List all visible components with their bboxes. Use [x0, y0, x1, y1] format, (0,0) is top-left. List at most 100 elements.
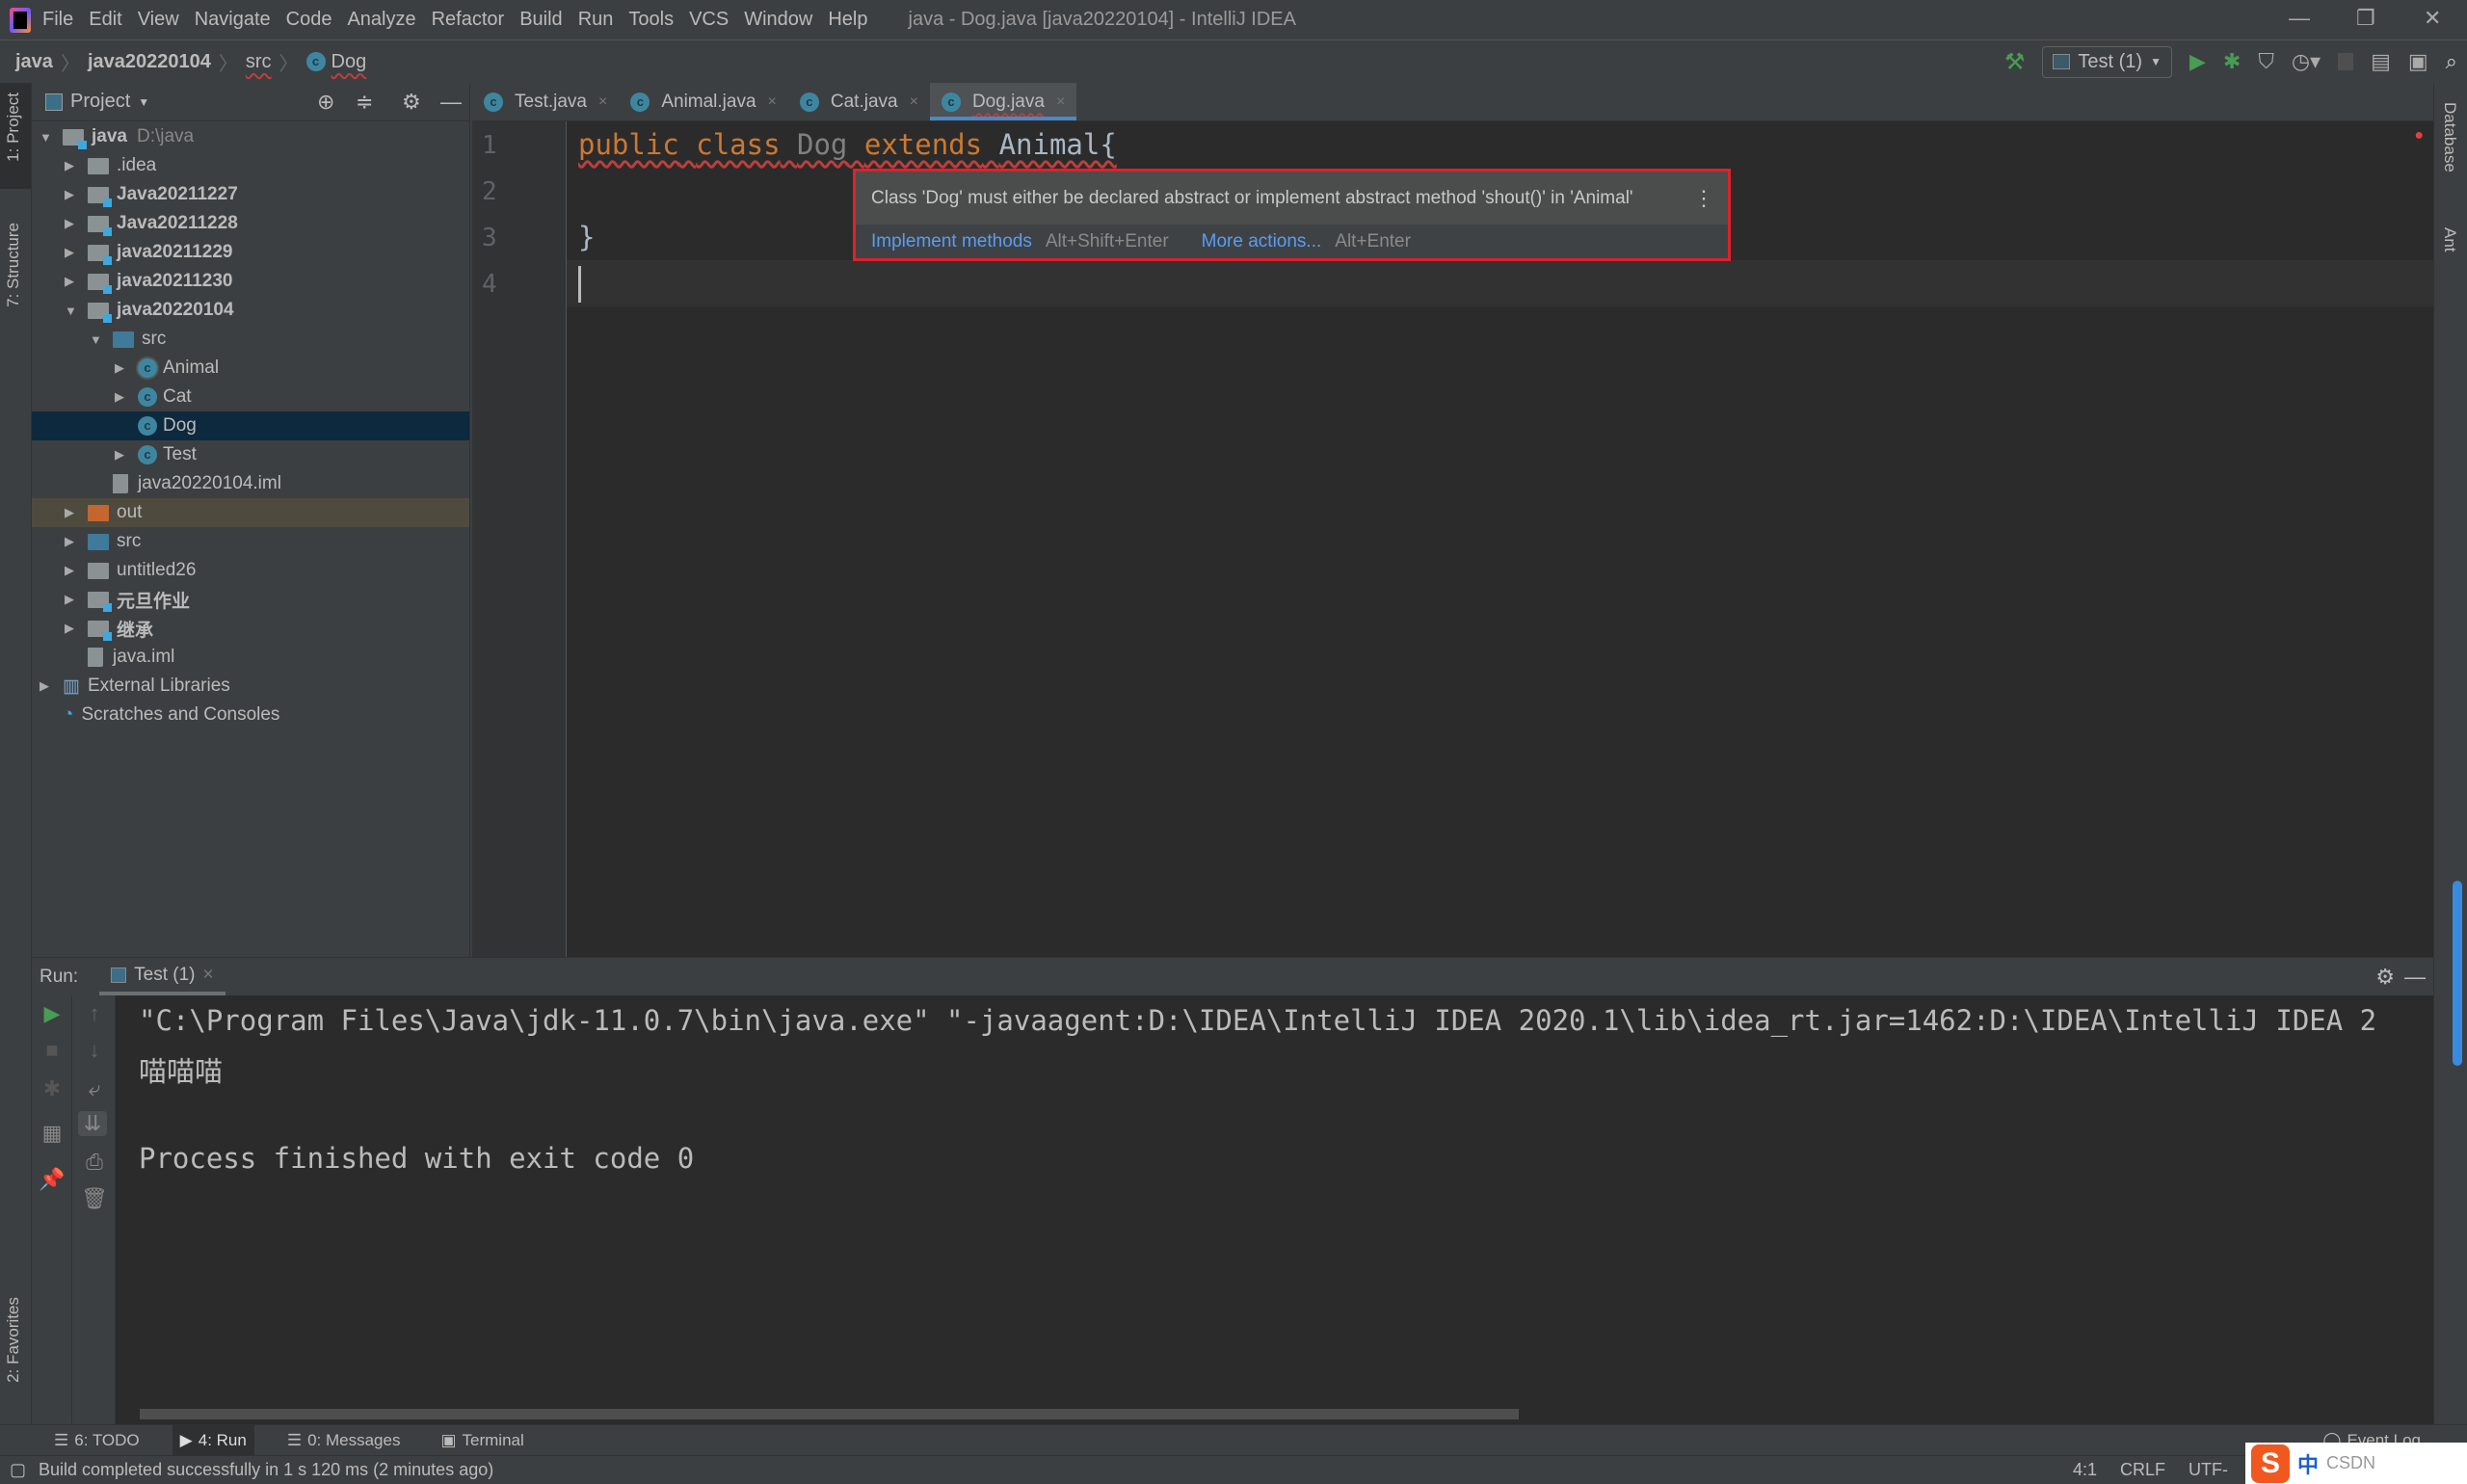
rerun-icon[interactable]: ▶ [38, 1001, 66, 1026]
restore-layout-icon[interactable]: ✱ [38, 1076, 66, 1101]
debug-bug-icon[interactable]: ✱ [2223, 49, 2241, 74]
tree-item[interactable]: ▼ java D:\java [32, 122, 469, 151]
menu-edit[interactable]: Edit [89, 9, 121, 31]
locate-icon[interactable]: ⊕ [317, 90, 334, 115]
menu-code[interactable]: Code [286, 9, 332, 31]
more-options-icon[interactable]: ⋮ [1693, 186, 1714, 211]
tree-item[interactable]: java20220104.iml [32, 469, 469, 498]
expand-arrow-icon[interactable]: ▶ [65, 621, 78, 636]
breadcrumb-java[interactable]: java [15, 51, 53, 73]
tool-tab-database[interactable]: Database [2440, 102, 2459, 172]
menu-vcs[interactable]: VCS [689, 9, 729, 31]
close-tab-icon[interactable]: × [598, 93, 607, 111]
gear-icon[interactable]: ⚙ [2375, 965, 2395, 990]
tree-item[interactable]: ▶ out [32, 498, 469, 527]
breadcrumb-module[interactable]: java20220104 [88, 51, 211, 73]
tree-item[interactable]: ▶ Java20211227 [32, 180, 469, 209]
tree-item[interactable]: ▶ Java20211228 [32, 209, 469, 238]
editor-tab[interactable]: c Test.java × [472, 83, 619, 120]
expand-arrow-icon[interactable]: ▶ [115, 360, 128, 376]
menu-window[interactable]: Window [744, 9, 812, 31]
menu-analyze[interactable]: Analyze [347, 9, 415, 31]
expand-arrow-icon[interactable]: ▶ [65, 534, 78, 549]
tree-item[interactable]: ▶ c Test [32, 440, 469, 469]
expand-arrow-icon[interactable]: ▶ [40, 678, 53, 694]
build-hammer-icon[interactable]: ⚒ [2004, 48, 2026, 76]
ime-toolbar[interactable]: S 中 CSDN [2245, 1443, 2467, 1484]
menu-view[interactable]: View [138, 9, 179, 31]
editor-tab[interactable]: c Animal.java × [619, 83, 788, 120]
editor-tab[interactable]: c Cat.java × [788, 83, 930, 120]
tool-tab-run[interactable]: ▶ 4: Run [172, 1424, 254, 1456]
tool-tab-structure[interactable]: 7: Structure [4, 223, 23, 307]
coverage-icon[interactable]: ⛉ [2258, 49, 2274, 74]
expand-arrow-icon[interactable]: ▶ [65, 187, 78, 202]
gear-icon[interactable]: ⚙ [402, 90, 421, 115]
menu-file[interactable]: File [42, 9, 73, 31]
expand-arrow-icon[interactable]: ▼ [65, 304, 78, 318]
tree-item[interactable]: java.iml [32, 643, 469, 672]
hide-icon[interactable]: — [440, 90, 462, 115]
search-icon[interactable]: ⌕ [2446, 49, 2457, 74]
expand-arrow-icon[interactable]: ▶ [65, 274, 78, 289]
expand-arrow-icon[interactable]: ▶ [65, 158, 78, 173]
close-button[interactable]: ✕ [2424, 6, 2441, 31]
tree-item[interactable]: ▶ ▥ External Libraries [32, 672, 469, 701]
status-message[interactable]: Build completed successfully in 1 s 120 … [39, 1460, 493, 1480]
tool-tab-terminal[interactable]: ▣ Terminal [433, 1425, 531, 1456]
menu-refactor[interactable]: Refactor [432, 9, 505, 31]
close-tab-icon[interactable]: × [1056, 93, 1065, 111]
tree-item[interactable]: ▶ c Animal [32, 354, 469, 383]
expand-arrow-icon[interactable]: ▶ [65, 245, 78, 260]
hide-icon[interactable]: — [2404, 965, 2426, 990]
soft-wrap-icon[interactable]: ⤶ [80, 1076, 109, 1101]
close-icon[interactable]: × [203, 965, 214, 986]
menu-navigate[interactable]: Navigate [195, 9, 271, 31]
tree-item[interactable]: ▶ untitled26 [32, 556, 469, 585]
implement-methods-link[interactable]: Implement methods [871, 231, 1032, 252]
run-configuration-select[interactable]: Test (1) ▼ [2042, 45, 2172, 78]
menu-run[interactable]: Run [578, 9, 614, 31]
menu-build[interactable]: Build [519, 9, 562, 31]
menu-help[interactable]: Help [828, 9, 867, 31]
project-structure-icon[interactable]: ▤ [2371, 49, 2391, 74]
chevron-down-icon[interactable]: ▼ [138, 95, 149, 109]
file-encoding[interactable]: UTF- [2188, 1460, 2228, 1480]
stop-icon[interactable]: ■ [38, 1038, 66, 1063]
line-separator[interactable]: CRLF [2120, 1460, 2165, 1480]
collapse-all-icon[interactable]: ≑ [356, 90, 373, 115]
run-tab-test[interactable]: Test (1) × [99, 958, 225, 995]
tree-item[interactable]: ▶ .idea [32, 151, 469, 180]
tree-item[interactable]: ◔ Scratches and Consoles [32, 701, 469, 729]
editor-tab[interactable]: c Dog.java × [929, 83, 1077, 120]
expand-arrow-icon[interactable]: ▼ [90, 332, 103, 347]
breadcrumb-src[interactable]: src [246, 51, 272, 73]
tree-item[interactable]: ▶ java20211230 [32, 267, 469, 296]
tool-tab-ant[interactable]: Ant [2440, 227, 2459, 252]
horizontal-scrollbar[interactable] [140, 1409, 1519, 1419]
breadcrumb-dog[interactable]: Dog [332, 51, 367, 73]
restore-button[interactable]: ❐ [2356, 6, 2375, 31]
tree-item[interactable]: ▶ src [32, 527, 469, 556]
more-actions-link[interactable]: More actions... [1202, 231, 1322, 252]
code-line-3[interactable]: } [578, 214, 595, 260]
down-arrow-icon[interactable]: ↓ [80, 1038, 109, 1063]
menu-tools[interactable]: Tools [628, 9, 674, 31]
profile-icon[interactable]: ◷▾ [2292, 49, 2321, 74]
close-tab-icon[interactable]: × [910, 93, 918, 111]
expand-arrow-icon[interactable]: ▶ [65, 592, 78, 607]
tree-item[interactable]: ▶ java20211229 [32, 238, 469, 267]
project-title[interactable]: Project [70, 91, 130, 113]
trash-icon[interactable]: 🗑 [80, 1186, 109, 1211]
tool-tab-favorites[interactable]: 2: Favorites [4, 1297, 23, 1383]
print-icon[interactable]: ⎙ [80, 1150, 109, 1175]
expand-arrow-icon[interactable]: ▶ [65, 216, 78, 231]
tree-item[interactable]: ▶ 元旦作业 [32, 585, 469, 614]
expand-arrow-icon[interactable]: ▶ [115, 447, 128, 463]
tree-item[interactable]: ▶ c Cat [32, 383, 469, 411]
run-icon[interactable]: ▶ [2189, 49, 2206, 74]
expand-arrow-icon[interactable]: ▶ [65, 505, 78, 520]
scroll-to-end-icon[interactable]: ⇊ [78, 1111, 107, 1136]
expand-arrow-icon[interactable]: ▶ [65, 563, 78, 578]
ime-language[interactable]: 中 [2297, 1448, 2319, 1479]
